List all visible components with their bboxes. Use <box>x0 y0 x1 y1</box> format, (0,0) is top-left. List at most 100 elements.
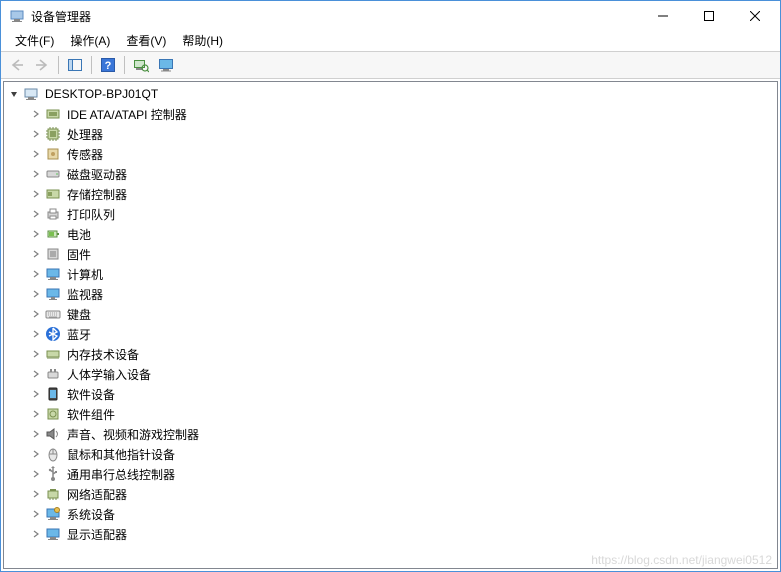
display-button[interactable] <box>154 54 178 76</box>
network-icon <box>45 486 61 502</box>
disk-icon <box>45 166 61 182</box>
menu-action[interactable]: 操作(A) <box>62 30 118 51</box>
tree-node[interactable]: 通用串行总线控制器 <box>4 464 777 484</box>
expand-icon[interactable] <box>30 108 42 120</box>
menubar: 文件(F) 操作(A) 查看(V) 帮助(H) <box>1 31 780 51</box>
svg-text:?: ? <box>105 60 112 72</box>
usb-icon <box>45 466 61 482</box>
tree-node[interactable]: 软件组件 <box>4 404 777 424</box>
tree-node[interactable]: 声音、视频和游戏控制器 <box>4 424 777 444</box>
tree-node[interactable]: 监视器 <box>4 284 777 304</box>
node-label: 监视器 <box>64 285 106 304</box>
expand-icon[interactable] <box>30 288 42 300</box>
expand-icon[interactable] <box>30 508 42 520</box>
system-icon <box>45 506 61 522</box>
firmware-icon <box>45 246 61 262</box>
expand-icon[interactable] <box>30 188 42 200</box>
collapse-icon[interactable] <box>8 88 20 100</box>
close-button[interactable] <box>732 1 778 31</box>
expand-icon[interactable] <box>30 228 42 240</box>
tree-node[interactable]: 电池 <box>4 224 777 244</box>
node-label: 键盘 <box>64 305 94 324</box>
expand-icon[interactable] <box>30 128 42 140</box>
expand-icon[interactable] <box>30 328 42 340</box>
expand-icon[interactable] <box>30 208 42 220</box>
expand-icon[interactable] <box>30 148 42 160</box>
storage-icon <box>45 186 61 202</box>
toolbar: ? <box>1 51 780 79</box>
window-controls <box>640 1 778 31</box>
maximize-button[interactable] <box>686 1 732 31</box>
sound-icon <box>45 426 61 442</box>
tree-node[interactable]: 显示适配器 <box>4 524 777 544</box>
expand-icon[interactable] <box>30 468 42 480</box>
menu-file[interactable]: 文件(F) <box>7 30 62 51</box>
tree-node[interactable]: 磁盘驱动器 <box>4 164 777 184</box>
tree-root-node[interactable]: DESKTOP-BPJ01QT <box>4 84 777 104</box>
show-hide-console-button[interactable] <box>63 54 87 76</box>
expand-icon[interactable] <box>30 368 42 380</box>
keyboard-icon <box>45 306 61 322</box>
tree-node[interactable]: 存储控制器 <box>4 184 777 204</box>
expand-icon[interactable] <box>30 388 42 400</box>
node-label: 人体学输入设备 <box>64 365 154 384</box>
node-label: 鼠标和其他指针设备 <box>64 445 178 464</box>
root-label: DESKTOP-BPJ01QT <box>42 86 161 102</box>
node-label: 存储控制器 <box>64 185 130 204</box>
tree-node[interactable]: 软件设备 <box>4 384 777 404</box>
battery-icon <box>45 226 61 242</box>
expand-icon[interactable] <box>30 248 42 260</box>
help-button[interactable]: ? <box>96 54 120 76</box>
node-label: 软件组件 <box>64 405 118 424</box>
tree-node[interactable]: 内存技术设备 <box>4 344 777 364</box>
minimize-button[interactable] <box>640 1 686 31</box>
expand-icon[interactable] <box>30 268 42 280</box>
tree-node[interactable]: 蓝牙 <box>4 324 777 344</box>
node-label: 磁盘驱动器 <box>64 165 130 184</box>
ide-icon <box>45 106 61 122</box>
display-icon <box>45 526 61 542</box>
node-label: 电池 <box>64 225 94 244</box>
tree-node[interactable]: 键盘 <box>4 304 777 324</box>
node-label: 声音、视频和游戏控制器 <box>64 425 202 444</box>
node-label: 网络适配器 <box>64 485 130 504</box>
tree-node[interactable]: 打印队列 <box>4 204 777 224</box>
node-label: IDE ATA/ATAPI 控制器 <box>64 105 190 124</box>
expand-icon[interactable] <box>30 168 42 180</box>
tree-node[interactable]: 网络适配器 <box>4 484 777 504</box>
menu-view[interactable]: 查看(V) <box>118 30 174 51</box>
tree-node[interactable]: IDE ATA/ATAPI 控制器 <box>4 104 777 124</box>
expand-icon[interactable] <box>30 308 42 320</box>
expand-icon[interactable] <box>30 528 42 540</box>
app-icon <box>9 8 25 24</box>
expand-icon[interactable] <box>30 428 42 440</box>
device-tree[interactable]: DESKTOP-BPJ01QT IDE ATA/ATAPI 控制器处理器传感器磁… <box>3 81 778 569</box>
printq-icon <box>45 206 61 222</box>
toolbar-separator <box>124 56 125 74</box>
tree-node[interactable]: 鼠标和其他指针设备 <box>4 444 777 464</box>
tree-node[interactable]: 处理器 <box>4 124 777 144</box>
tree-node[interactable]: 系统设备 <box>4 504 777 524</box>
menu-help[interactable]: 帮助(H) <box>174 30 231 51</box>
cpu-icon <box>45 126 61 142</box>
tree-node[interactable]: 固件 <box>4 244 777 264</box>
node-label: 软件设备 <box>64 385 118 404</box>
scan-hardware-button[interactable] <box>129 54 153 76</box>
node-label: 内存技术设备 <box>64 345 142 364</box>
tree-node[interactable]: 人体学输入设备 <box>4 364 777 384</box>
expand-icon[interactable] <box>30 408 42 420</box>
mouse-icon <box>45 446 61 462</box>
memory-icon <box>45 346 61 362</box>
window-title: 设备管理器 <box>31 8 640 25</box>
node-label: 固件 <box>64 245 94 264</box>
node-label: 显示适配器 <box>64 525 130 544</box>
expand-icon[interactable] <box>30 348 42 360</box>
sensor-icon <box>45 146 61 162</box>
expand-icon[interactable] <box>30 448 42 460</box>
node-label: 传感器 <box>64 145 106 164</box>
forward-button <box>30 54 54 76</box>
tree-node[interactable]: 计算机 <box>4 264 777 284</box>
tree-node[interactable]: 传感器 <box>4 144 777 164</box>
expand-icon[interactable] <box>30 488 42 500</box>
node-label: 蓝牙 <box>64 325 94 344</box>
